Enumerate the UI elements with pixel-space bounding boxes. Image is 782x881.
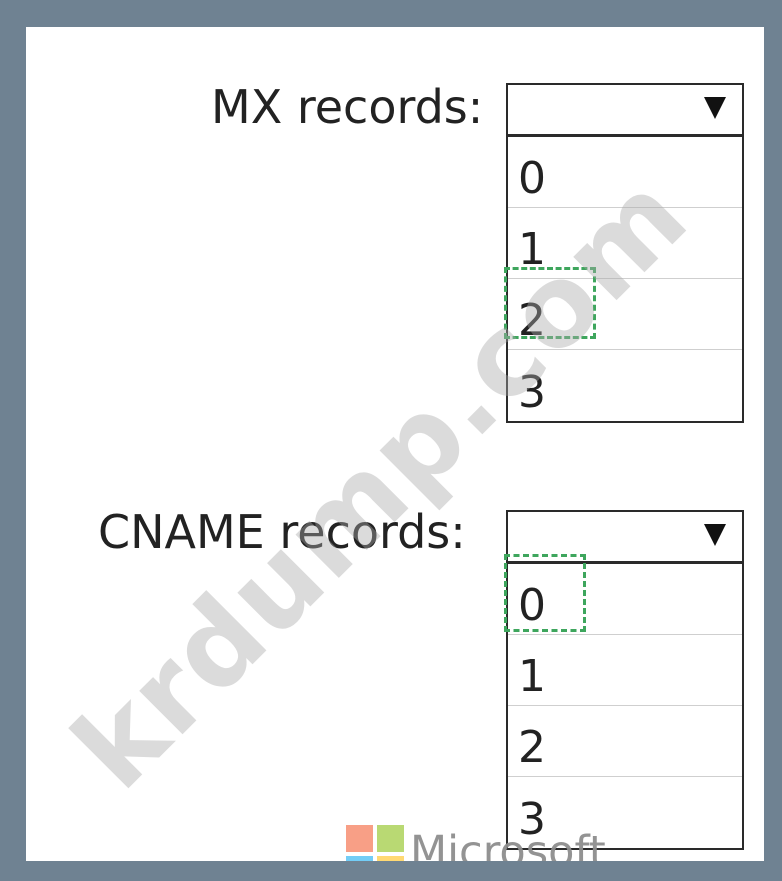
ms-logo-red-square [346, 825, 373, 852]
microsoft-wordmark: Microsoft [410, 827, 606, 862]
cname-records-dropdown[interactable] [506, 510, 744, 563]
cname-option-2[interactable]: 2 [508, 706, 742, 777]
answer-area: MX records: 0 1 2 3 CNAME records: 0 1 2… [26, 27, 764, 861]
mx-option-0[interactable]: 0 [508, 137, 742, 208]
ms-logo-green-square [377, 825, 404, 852]
ms-logo-yellow-square [377, 856, 404, 861]
chevron-down-icon [704, 524, 726, 546]
mx-records-label: MX records: [211, 80, 484, 134]
mx-option-3[interactable]: 3 [508, 350, 742, 421]
ms-logo-blue-square [346, 856, 373, 861]
mx-option-1[interactable]: 1 [508, 208, 742, 279]
microsoft-logo-icon [346, 825, 404, 861]
cname-option-0[interactable]: 0 [508, 564, 742, 635]
cname-records-option-list: 0 1 2 3 [506, 562, 744, 850]
mx-option-2[interactable]: 2 [508, 279, 742, 350]
cname-option-1[interactable]: 1 [508, 635, 742, 706]
cname-records-label: CNAME records: [98, 505, 466, 559]
chevron-down-icon [704, 97, 726, 119]
mx-records-option-list: 0 1 2 3 [506, 135, 744, 423]
mx-records-dropdown[interactable] [506, 83, 744, 136]
